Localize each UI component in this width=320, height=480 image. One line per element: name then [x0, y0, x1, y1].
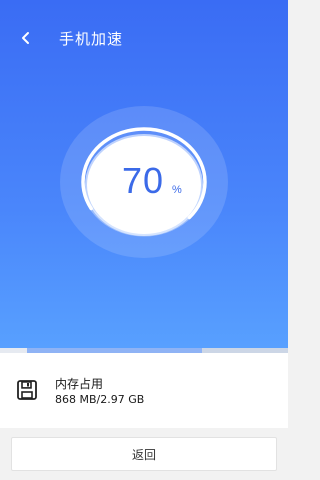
- gauge-unit: %: [172, 184, 182, 196]
- memory-value: 868 MB/2.97 GB: [55, 393, 145, 406]
- phone-boost-screen: 手机加速 70 % 内存占用 868 MB/2.97 GB 返回: [0, 0, 288, 480]
- return-button[interactable]: 返回: [11, 437, 277, 471]
- memory-label: 内存占用: [55, 377, 104, 391]
- memory-card: 内存占用 868 MB/2.97 GB: [0, 353, 288, 428]
- save-icon: [17, 380, 37, 400]
- gauge-value: 70: [122, 160, 165, 201]
